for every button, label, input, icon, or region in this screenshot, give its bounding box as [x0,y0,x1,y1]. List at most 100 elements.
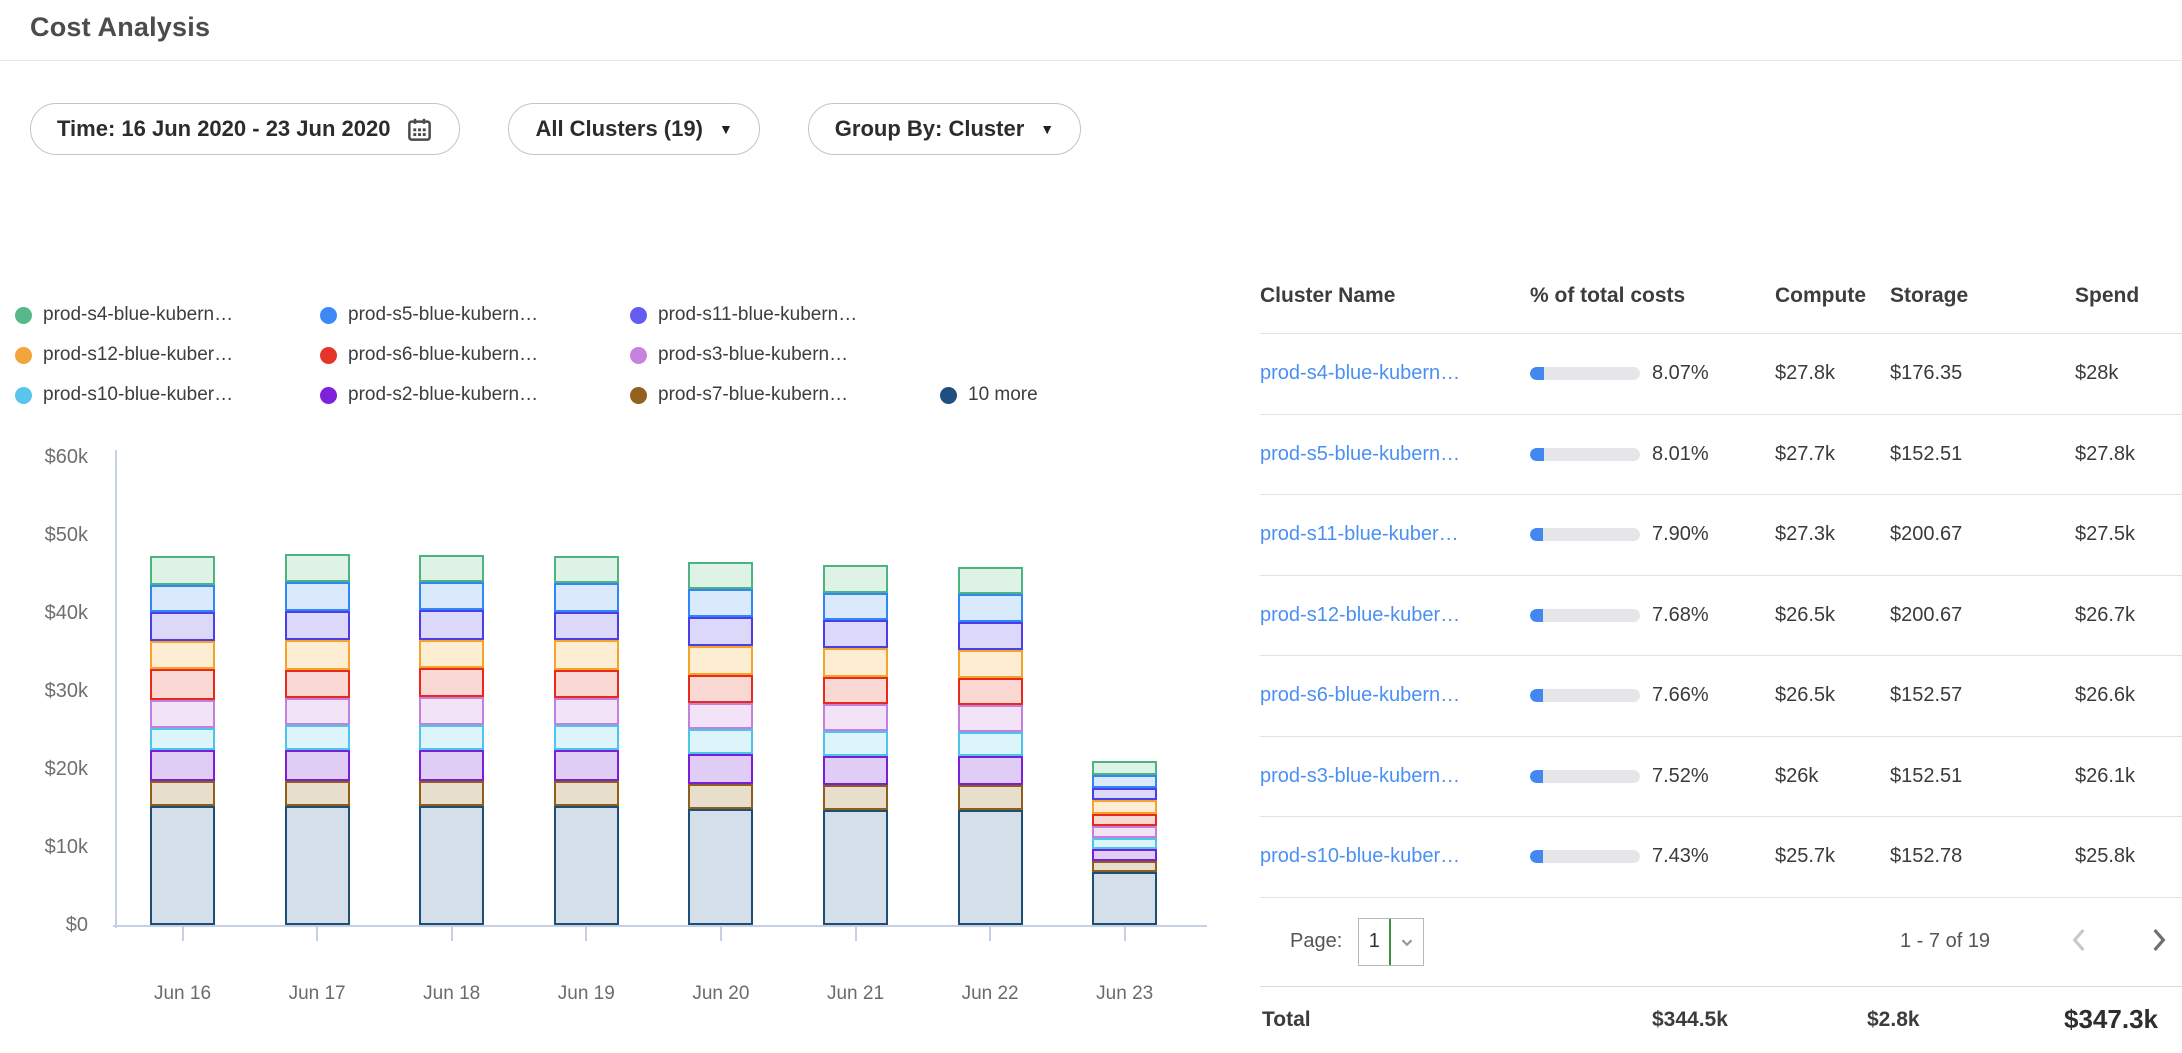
bar-segment[interactable] [823,677,888,704]
bar-segment[interactable] [958,622,1023,650]
cluster-name-link[interactable]: prod-s6-blue-kubern… [1260,684,1530,707]
bar-segment[interactable] [150,669,215,700]
cluster-name-link[interactable]: prod-s10-blue-kuber… [1260,845,1530,868]
bar-segment[interactable] [554,781,619,807]
bar-segment[interactable] [1092,761,1157,774]
bar-segment[interactable] [554,698,619,725]
bar-segment[interactable] [823,731,888,756]
bar-segment[interactable] [150,612,215,641]
legend-item[interactable]: 10 more [940,384,1038,406]
bar-segment[interactable] [150,806,215,925]
bar-segment[interactable] [823,785,888,810]
bar-segment[interactable] [688,809,753,925]
bar-segment[interactable] [958,567,1023,594]
bar-segment[interactable] [419,555,484,582]
bar-segment[interactable] [958,705,1023,732]
bar-segment[interactable] [285,750,350,780]
bar-segment[interactable] [1092,775,1157,788]
time-range-filter[interactable]: Time: 16 Jun 2020 - 23 Jun 2020 [30,103,460,155]
legend-item[interactable]: prod-s11-blue-kubern… [630,304,940,326]
cluster-name-link[interactable]: prod-s3-blue-kubern… [1260,765,1530,788]
bar-segment[interactable] [285,781,350,807]
bar-segment[interactable] [419,668,484,697]
page-select[interactable]: 1 [1358,918,1424,966]
next-page-button[interactable] [2136,922,2180,962]
bar-segment[interactable] [958,732,1023,756]
cluster-name-link[interactable]: prod-s5-blue-kubern… [1260,443,1530,466]
bar-segment[interactable] [688,617,753,646]
bar-segment[interactable] [823,648,888,677]
bar-segment[interactable] [419,725,484,751]
bar-segment[interactable] [688,646,753,675]
bar-segment[interactable] [150,781,215,806]
bar-segment[interactable] [688,703,753,730]
bar-segment[interactable] [150,728,215,751]
bar-segment[interactable] [554,725,619,750]
bar-segment[interactable] [1092,849,1157,861]
bar-segment[interactable] [823,704,888,731]
bar-segment[interactable] [823,565,888,592]
legend-item[interactable]: prod-s12-blue-kuber… [15,344,320,366]
bar-segment[interactable] [1092,826,1157,838]
legend-item[interactable]: prod-s3-blue-kubern… [630,344,940,366]
group-by-filter[interactable]: Group By: Cluster ▼ [808,103,1081,155]
legend-item[interactable]: prod-s4-blue-kubern… [15,304,320,326]
bar-segment[interactable] [419,610,484,640]
bar-segment[interactable] [285,640,350,670]
clusters-filter[interactable]: All Clusters (19) ▼ [508,103,759,155]
bar-segment[interactable] [554,556,619,583]
bar-segment[interactable] [150,585,215,612]
bar-segment[interactable] [285,806,350,925]
bar-segment[interactable] [150,556,215,585]
bar-segment[interactable] [150,750,215,780]
bar-segment[interactable] [419,582,484,610]
bar-segment[interactable] [958,756,1023,786]
bar-segment[interactable] [958,810,1023,925]
bar-segment[interactable] [285,582,350,611]
bar-segment[interactable] [554,670,619,698]
bar-segment[interactable] [1092,800,1157,813]
bar-segment[interactable] [150,700,215,727]
bar-segment[interactable] [419,781,484,807]
bar-segment[interactable] [688,784,753,809]
bar-segment[interactable] [958,650,1023,678]
bar-segment[interactable] [823,756,888,786]
bar-segment[interactable] [285,670,350,698]
prev-page-button[interactable] [2058,922,2102,962]
bar-segment[interactable] [1092,861,1157,872]
bar-segment[interactable] [285,698,350,725]
bar-segment[interactable] [419,640,484,669]
legend-item[interactable]: prod-s6-blue-kubern… [320,344,630,366]
cluster-name-link[interactable]: prod-s11-blue-kuber… [1260,523,1530,546]
bar-segment[interactable] [285,611,350,641]
legend-item[interactable]: prod-s10-blue-kuber… [15,384,320,406]
bar-segment[interactable] [823,810,888,925]
bar-segment[interactable] [285,725,350,751]
bar-segment[interactable] [554,806,619,925]
bar-segment[interactable] [688,729,753,754]
bar-segment[interactable] [958,678,1023,705]
bar-segment[interactable] [419,806,484,925]
legend-item[interactable]: prod-s2-blue-kubern… [320,384,630,406]
cluster-name-link[interactable]: prod-s12-blue-kuber… [1260,604,1530,627]
bar-segment[interactable] [554,583,619,611]
bar-segment[interactable] [285,554,350,582]
bar-segment[interactable] [554,750,619,780]
bar-segment[interactable] [554,612,619,641]
bar-segment[interactable] [823,620,888,648]
bar-segment[interactable] [958,785,1023,810]
bar-segment[interactable] [1092,814,1157,826]
bar-segment[interactable] [688,562,753,589]
bar-segment[interactable] [958,594,1023,621]
legend-item[interactable]: prod-s7-blue-kubern… [630,384,940,406]
bar-segment[interactable] [1092,838,1157,849]
bar-segment[interactable] [1092,872,1157,925]
bar-segment[interactable] [1092,788,1157,800]
cluster-name-link[interactable]: prod-s4-blue-kubern… [1260,362,1530,385]
bar-segment[interactable] [419,697,484,724]
bar-segment[interactable] [554,640,619,670]
bar-segment[interactable] [688,754,753,784]
legend-item[interactable]: prod-s5-blue-kubern… [320,304,630,326]
bar-segment[interactable] [823,593,888,620]
bar-segment[interactable] [688,589,753,617]
